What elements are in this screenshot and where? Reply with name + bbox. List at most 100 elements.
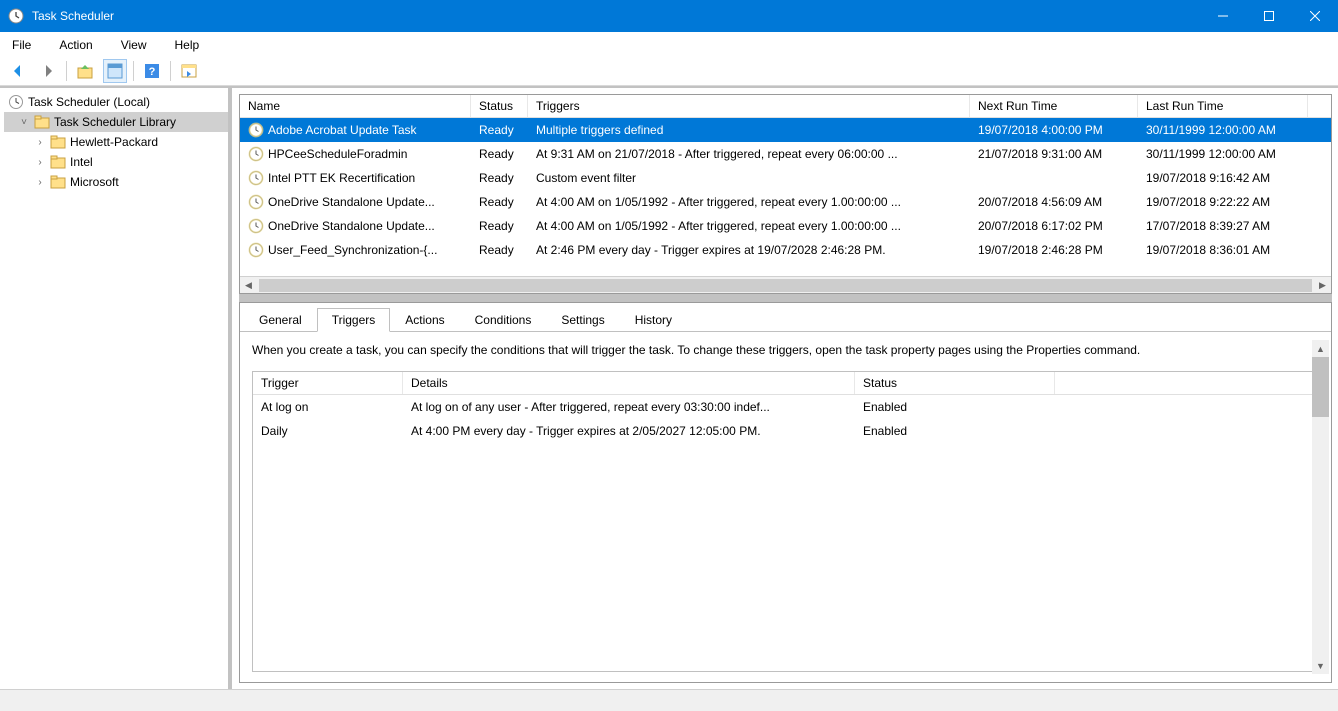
column-next-run[interactable]: Next Run Time	[970, 95, 1138, 117]
table-row[interactable]: HPCeeScheduleForadmin Ready At 9:31 AM o…	[240, 142, 1331, 166]
trigger-status: Enabled	[855, 424, 1055, 438]
column-trigger[interactable]: Trigger	[253, 372, 403, 394]
help-button[interactable]: ?	[140, 59, 164, 83]
tree-root[interactable]: Task Scheduler (Local)	[4, 92, 228, 112]
tree-view[interactable]: Task Scheduler (Local) ˅ Task Scheduler …	[0, 88, 232, 689]
task-last-run: 17/07/2018 8:39:27 AM	[1138, 219, 1308, 233]
task-name-label: OneDrive Standalone Update...	[268, 219, 435, 233]
tab-actions[interactable]: Actions	[390, 308, 459, 332]
task-triggers: At 9:31 AM on 21/07/2018 - After trigger…	[528, 147, 970, 161]
tree-node-hewlett-packard[interactable]: › Hewlett-Packard	[4, 132, 228, 152]
table-row[interactable]: OneDrive Standalone Update... Ready At 4…	[240, 190, 1331, 214]
table-row[interactable]: Intel PTT EK Recertification Ready Custo…	[240, 166, 1331, 190]
table-row[interactable]: Adobe Acrobat Update Task Ready Multiple…	[240, 118, 1331, 142]
task-list-header[interactable]: Name Status Triggers Next Run Time Last …	[240, 95, 1331, 118]
titlebar: Task Scheduler	[0, 0, 1338, 32]
forward-button[interactable]	[36, 59, 60, 83]
folder-icon	[50, 154, 66, 170]
back-button[interactable]	[6, 59, 30, 83]
trigger-details: At 4:00 PM every day - Trigger expires a…	[403, 424, 855, 438]
table-row[interactable]: User_Feed_Synchronization-{... Ready At …	[240, 238, 1331, 262]
tree-node-label: Hewlett-Packard	[70, 135, 158, 149]
expand-icon[interactable]: ›	[34, 157, 46, 168]
menu-action[interactable]: Action	[55, 36, 96, 54]
column-last-run[interactable]: Last Run Time	[1138, 95, 1308, 117]
scroll-right-icon[interactable]: ▶	[1314, 277, 1331, 293]
tab-triggers[interactable]: Triggers	[317, 308, 391, 332]
column-name[interactable]: Name	[240, 95, 471, 117]
tab-bar: General Triggers Actions Conditions Sett…	[240, 303, 1331, 332]
column-trigger-status[interactable]: Status	[855, 372, 1055, 394]
scroll-down-icon[interactable]: ▼	[1312, 657, 1329, 674]
tree-node-intel[interactable]: › Intel	[4, 152, 228, 172]
scroll-left-icon[interactable]: ◀	[240, 277, 257, 293]
tab-conditions[interactable]: Conditions	[460, 308, 547, 332]
task-name-label: OneDrive Standalone Update...	[268, 195, 435, 209]
close-button[interactable]	[1292, 0, 1338, 32]
task-scheduler-icon	[8, 94, 24, 110]
window-title: Task Scheduler	[32, 9, 114, 23]
actions-pane-button[interactable]	[177, 59, 201, 83]
table-row[interactable]: OneDrive Standalone Update... Ready At 4…	[240, 214, 1331, 238]
status-bar	[0, 689, 1338, 711]
tree-library[interactable]: ˅ Task Scheduler Library	[4, 112, 228, 132]
up-button[interactable]	[73, 59, 97, 83]
trigger-row[interactable]: At log on At log on of any user - After …	[253, 395, 1318, 419]
task-status: Ready	[471, 243, 528, 257]
task-last-run: 19/07/2018 9:16:42 AM	[1138, 171, 1308, 185]
main-pane: Name Status Triggers Next Run Time Last …	[232, 88, 1338, 689]
task-status: Ready	[471, 171, 528, 185]
menu-file[interactable]: File	[8, 36, 35, 54]
task-status: Ready	[471, 219, 528, 233]
task-icon	[248, 194, 264, 210]
properties-button[interactable]	[103, 59, 127, 83]
expand-icon[interactable]: ˅	[18, 117, 30, 128]
scroll-up-icon[interactable]: ▲	[1312, 340, 1329, 357]
task-last-run: 30/11/1999 12:00:00 AM	[1138, 147, 1308, 161]
task-scheduler-icon	[8, 8, 24, 24]
trigger-status: Enabled	[855, 400, 1055, 414]
triggers-header[interactable]: Trigger Details Status	[253, 372, 1318, 395]
column-details[interactable]: Details	[403, 372, 855, 394]
trigger-details: At log on of any user - After triggered,…	[403, 400, 855, 414]
task-next-run: 19/07/2018 4:00:00 PM	[970, 123, 1138, 137]
task-triggers: At 2:46 PM every day - Trigger expires a…	[528, 243, 970, 257]
vertical-scrollbar[interactable]: ▲ ▼	[1312, 340, 1329, 674]
library-folder-icon	[34, 114, 50, 130]
menu-help[interactable]: Help	[171, 36, 204, 54]
task-list[interactable]: Name Status Triggers Next Run Time Last …	[239, 94, 1332, 294]
column-status[interactable]: Status	[471, 95, 528, 117]
trigger-name: Daily	[253, 424, 403, 438]
tab-settings[interactable]: Settings	[546, 308, 619, 332]
detail-panel: General Triggers Actions Conditions Sett…	[239, 302, 1332, 683]
tab-history[interactable]: History	[620, 308, 687, 332]
expand-icon[interactable]: ›	[34, 177, 46, 188]
triggers-table[interactable]: Trigger Details Status At log on At log …	[252, 371, 1319, 672]
expand-icon[interactable]: ›	[34, 137, 46, 148]
task-icon	[248, 146, 264, 162]
toolbar: ?	[0, 56, 1338, 86]
horizontal-scrollbar[interactable]: ◀ ▶	[240, 276, 1331, 293]
tree-node-microsoft[interactable]: › Microsoft	[4, 172, 228, 192]
tree-root-label: Task Scheduler (Local)	[28, 95, 150, 109]
task-name-label: Intel PTT EK Recertification	[268, 171, 415, 185]
tab-general[interactable]: General	[244, 308, 317, 332]
splitter[interactable]	[239, 294, 1332, 302]
tree-library-label: Task Scheduler Library	[54, 115, 176, 129]
scrollbar-thumb[interactable]	[259, 279, 1312, 292]
task-last-run: 30/11/1999 12:00:00 AM	[1138, 123, 1308, 137]
task-last-run: 19/07/2018 9:22:22 AM	[1138, 195, 1308, 209]
trigger-row[interactable]: Daily At 4:00 PM every day - Trigger exp…	[253, 419, 1318, 443]
menu-view[interactable]: View	[117, 36, 151, 54]
task-triggers: At 4:00 AM on 1/05/1992 - After triggere…	[528, 219, 970, 233]
maximize-button[interactable]	[1246, 0, 1292, 32]
task-next-run: 20/07/2018 6:17:02 PM	[970, 219, 1138, 233]
task-icon	[248, 122, 264, 138]
triggers-description: When you create a task, you can specify …	[252, 342, 1319, 359]
column-triggers[interactable]: Triggers	[528, 95, 970, 117]
menubar: File Action View Help	[0, 32, 1338, 56]
task-icon	[248, 218, 264, 234]
task-next-run: 21/07/2018 9:31:00 AM	[970, 147, 1138, 161]
scrollbar-thumb[interactable]	[1312, 357, 1329, 417]
minimize-button[interactable]	[1200, 0, 1246, 32]
